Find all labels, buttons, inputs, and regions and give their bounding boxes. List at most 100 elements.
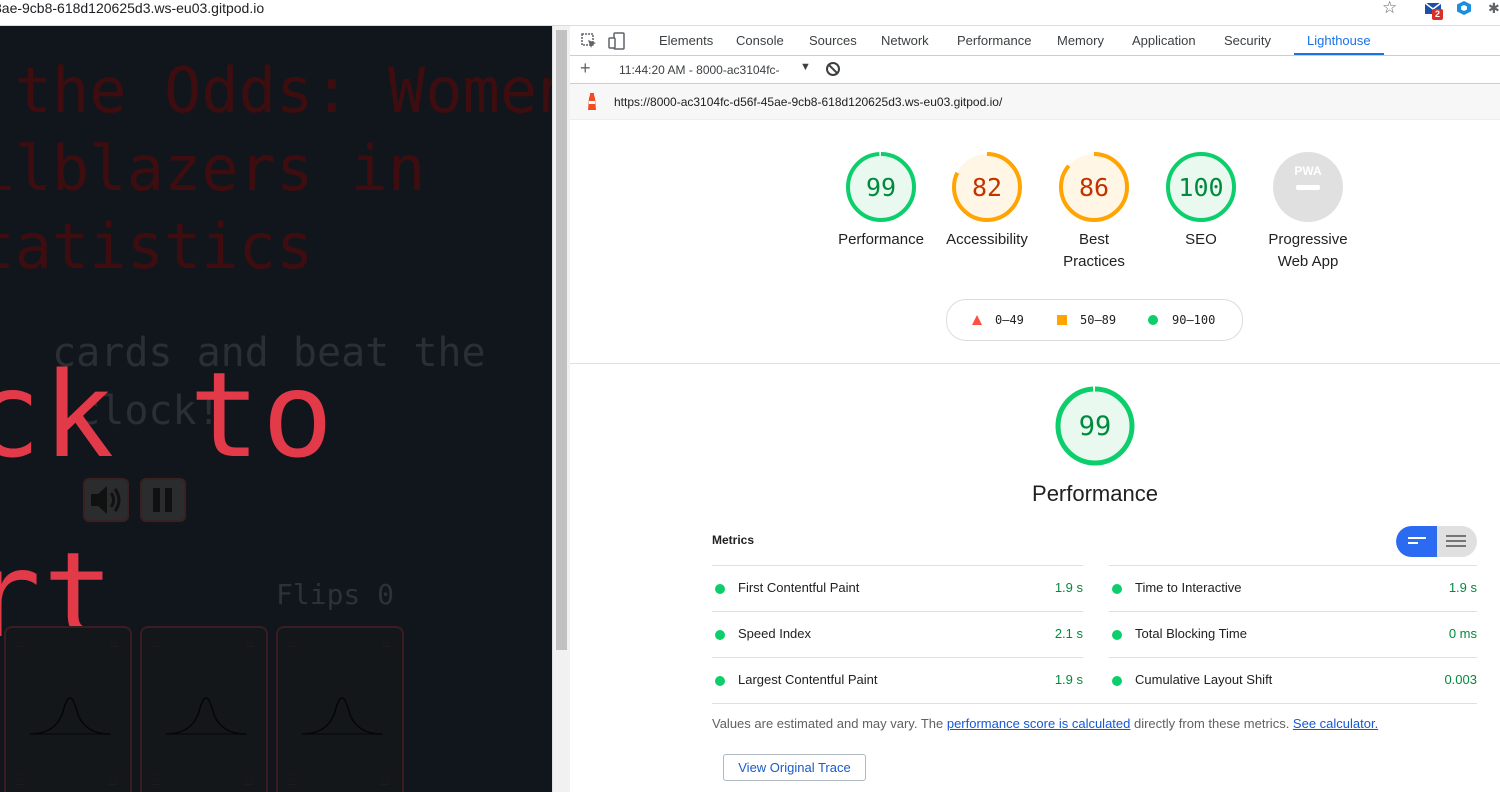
- gauge-ring: 86: [1059, 152, 1129, 222]
- bell-curve-icon: [29, 697, 111, 735]
- legend-pass-range: 90–100: [1172, 313, 1216, 327]
- female-symbol-icon: ♀: [8, 764, 31, 792]
- gauge-pwa[interactable]: PWA Progressive Web App: [1253, 151, 1363, 273]
- pause-icon: [153, 488, 172, 512]
- metrics-view-toggle[interactable]: [1396, 526, 1477, 557]
- compact-view-icon: [1408, 537, 1426, 544]
- memory-card[interactable]: ♀ ♀ ♀ ♀: [4, 626, 132, 792]
- metric-name: First Contentful Paint: [738, 580, 860, 595]
- female-symbol-icon: ♀: [102, 764, 125, 792]
- pass-circle-icon: [1148, 315, 1158, 325]
- performance-heading: Performance: [1032, 481, 1158, 506]
- gauge-ring: 100: [1166, 152, 1236, 222]
- device-toolbar-icon[interactable]: [608, 32, 626, 50]
- tab-security[interactable]: Security: [1224, 33, 1271, 48]
- female-symbol-icon: ♀: [374, 764, 397, 792]
- bell-curve-icon: [165, 697, 247, 735]
- female-symbol-icon: ♀: [238, 764, 261, 792]
- pass-circle-icon: [1112, 676, 1122, 686]
- page-scrollbar[interactable]: [552, 26, 570, 792]
- gauge-ring: 99: [846, 152, 916, 222]
- female-symbol-icon: ♀: [102, 626, 125, 659]
- tab-network[interactable]: Network: [881, 33, 929, 48]
- gauge-seo[interactable]: 100 SEO: [1156, 151, 1246, 251]
- performance-gauge-large: 99: [1054, 385, 1136, 467]
- start-overlay-text-line1[interactable]: ck to: [0, 346, 335, 484]
- gauge-best-practices[interactable]: 86 Best Practices: [1049, 151, 1139, 273]
- metric-row[interactable]: Cumulative Layout Shift 0.003: [1109, 657, 1477, 703]
- game-page: l the Odds: Women ailblazers in Statisti…: [0, 26, 552, 792]
- tab-console[interactable]: Console: [736, 33, 784, 48]
- metric-row[interactable]: First Contentful Paint 1.9 s: [712, 565, 1083, 611]
- metric-value: 1.9 s: [1054, 672, 1083, 687]
- metric-value: 0 ms: [1448, 626, 1477, 641]
- metric-name: Largest Contentful Paint: [738, 672, 878, 687]
- score-calculation-link[interactable]: performance score is calculated: [947, 716, 1131, 731]
- bookmark-star-icon[interactable]: ☆: [1382, 0, 1397, 18]
- cube-extension-icon[interactable]: [1456, 0, 1472, 16]
- gauge-label: Progressive Web App: [1268, 231, 1348, 270]
- svg-text:PWA: PWA: [1294, 164, 1322, 178]
- tab-application[interactable]: Application: [1132, 33, 1196, 48]
- female-symbol-icon: ♀: [238, 626, 261, 659]
- pass-circle-icon: [1112, 630, 1122, 640]
- legend-fail-range: 0–49: [995, 313, 1024, 327]
- tab-elements[interactable]: Elements: [659, 33, 713, 48]
- metric-row[interactable]: Largest Contentful Paint 1.9 s: [712, 657, 1083, 703]
- browser-top-bar: 3ae-9cb8-618d120625d3.ws-eu03.gitpod.io …: [0, 0, 1500, 26]
- page-scrollbar-thumb[interactable]: [556, 30, 567, 650]
- inspect-element-icon[interactable]: [580, 32, 598, 50]
- pass-circle-icon: [715, 630, 725, 640]
- view-original-trace-button[interactable]: View Original Trace: [723, 754, 866, 781]
- pass-circle-icon: [715, 584, 725, 594]
- tab-performance[interactable]: Performance: [957, 33, 1031, 48]
- memory-card[interactable]: ♀ ♀ ♀ ♀: [276, 626, 404, 792]
- pass-circle-icon: [1112, 584, 1122, 594]
- metric-name: Total Blocking Time: [1135, 626, 1247, 641]
- gauge-label: Accessibility: [946, 231, 1028, 248]
- pause-button[interactable]: [140, 478, 186, 522]
- gauge-label: Best Practices: [1063, 231, 1125, 270]
- dropdown-arrow-icon[interactable]: ▼: [800, 61, 811, 73]
- metrics-bottom-border: [712, 703, 1477, 704]
- gauge-accessibility[interactable]: 82 Accessibility: [937, 151, 1037, 251]
- tab-memory[interactable]: Memory: [1057, 33, 1104, 48]
- metric-row[interactable]: Speed Index 2.1 s: [712, 611, 1083, 657]
- gauge-ring: 82: [952, 152, 1022, 222]
- devtools-tab-bar: Elements Console Sources Network Perform…: [570, 26, 1500, 56]
- female-symbol-icon: ♀: [374, 626, 397, 659]
- flips-counter: Flips 0: [276, 578, 395, 611]
- svg-text:86: 86: [1079, 173, 1109, 202]
- metric-value: 2.1 s: [1054, 626, 1083, 641]
- report-selector[interactable]: 11:44:20 AM - 8000-ac3104fc-: [619, 63, 780, 77]
- svg-text:99: 99: [1079, 411, 1112, 442]
- score-legend: 0–49 50–89 90–100: [946, 299, 1243, 341]
- tab-lighthouse[interactable]: Lighthouse: [1307, 33, 1371, 48]
- new-report-plus-icon[interactable]: +: [580, 58, 591, 79]
- tab-sources[interactable]: Sources: [809, 33, 857, 48]
- svg-text:99: 99: [866, 173, 896, 202]
- expanded-view-icon[interactable]: [1446, 534, 1466, 549]
- fail-triangle-icon: [972, 315, 982, 325]
- memory-card[interactable]: ♀ ♀ ♀ ♀: [140, 626, 268, 792]
- metric-value: 1.9 s: [1054, 580, 1083, 595]
- gauge-label: SEO: [1185, 231, 1217, 248]
- legend-average-range: 50–89: [1080, 313, 1117, 327]
- address-bar-url[interactable]: 3ae-9cb8-618d120625d3.ws-eu03.gitpod.io: [0, 0, 264, 16]
- toggle-compact-option[interactable]: [1396, 526, 1437, 557]
- lighthouse-toolbar: + 11:44:20 AM - 8000-ac3104fc- ▼: [570, 56, 1500, 84]
- metric-row[interactable]: Total Blocking Time 0 ms: [1109, 611, 1477, 657]
- svg-text:100: 100: [1178, 173, 1223, 202]
- sound-toggle-button[interactable]: [83, 478, 129, 522]
- metric-row[interactable]: Time to Interactive 1.9 s: [1109, 565, 1477, 611]
- bell-curve-icon: [301, 697, 383, 735]
- report-url[interactable]: https://8000-ac3104fc-d56f-45ae-9cb8-618…: [614, 95, 1002, 109]
- metric-name: Cumulative Layout Shift: [1135, 672, 1273, 687]
- gauge-performance[interactable]: 99 Performance: [836, 151, 926, 251]
- see-calculator-link[interactable]: See calculator.: [1293, 716, 1378, 731]
- female-symbol-icon: ♀: [8, 626, 31, 659]
- lighthouse-logo-icon: [588, 93, 596, 110]
- clear-reports-icon[interactable]: [826, 62, 840, 76]
- extensions-puzzle-icon[interactable]: ✱: [1488, 0, 1500, 17]
- metric-name: Speed Index: [738, 626, 812, 641]
